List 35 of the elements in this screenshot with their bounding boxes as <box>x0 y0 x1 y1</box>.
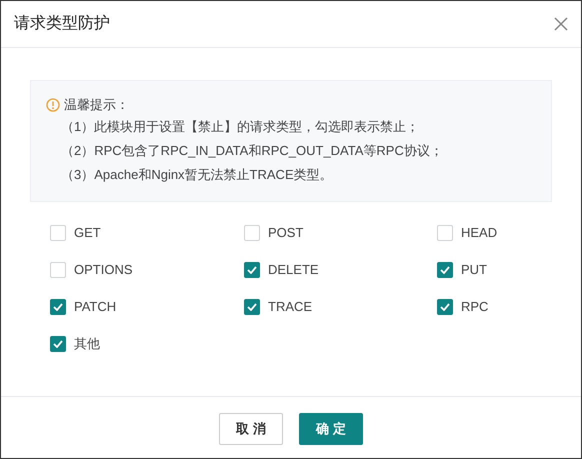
option-label: POST <box>268 224 304 242</box>
checkbox[interactable] <box>50 262 66 278</box>
checkbox[interactable] <box>437 262 453 278</box>
checkbox[interactable] <box>437 224 453 240</box>
checkmark-icon <box>53 302 63 310</box>
checkmark-icon <box>247 302 257 310</box>
checkmark-icon <box>247 266 257 274</box>
dialog-title: 请求类型防护 <box>14 14 110 34</box>
checkbox[interactable] <box>244 298 260 314</box>
option-label: 其他 <box>74 334 100 353</box>
notice-line: （3）Apache和Nginx暂无法禁止TRACE类型。 <box>61 166 334 184</box>
confirm-button[interactable]: 确 定 <box>299 413 363 445</box>
checkbox[interactable] <box>244 224 260 240</box>
cancel-button[interactable]: 取 消 <box>219 413 283 445</box>
checkmark-icon <box>440 266 450 274</box>
close-icon[interactable] <box>554 17 568 31</box>
notice-heading: 温馨提示： <box>64 96 129 114</box>
option-label: OPTIONS <box>74 260 133 279</box>
notice-line: （2）RPC包含了RPC_IN_DATA和RPC_OUT_DATA等RPC协议； <box>61 142 444 160</box>
option-label: DELETE <box>268 260 319 279</box>
option-label: PUT <box>461 260 487 279</box>
checkbox[interactable] <box>50 336 66 352</box>
option-label: PATCH <box>74 298 116 316</box>
checkbox[interactable] <box>437 298 453 314</box>
notice-line: （1）此模块用于设置【禁止】的请求类型，勾选即表示禁止； <box>61 118 420 136</box>
checkbox[interactable] <box>50 224 66 240</box>
checkbox[interactable] <box>244 262 260 278</box>
option-label: TRACE <box>268 298 312 316</box>
checkbox[interactable] <box>50 298 66 314</box>
checkmark-icon <box>440 302 450 310</box>
option-label: GET <box>74 224 101 242</box>
warning-icon <box>46 98 60 112</box>
checkmark-icon <box>53 340 63 348</box>
option-label: RPC <box>461 298 488 316</box>
option-label: HEAD <box>461 224 498 242</box>
